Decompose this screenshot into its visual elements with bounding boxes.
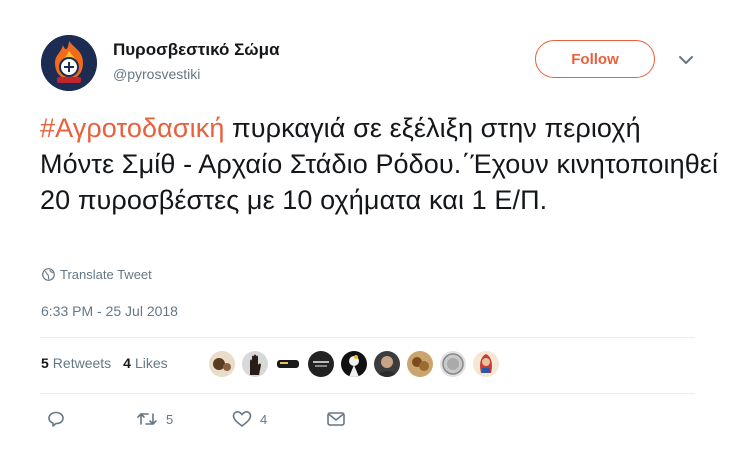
translate-label: Translate Tweet xyxy=(60,267,152,282)
tweet-actions: 5 4 xyxy=(0,410,735,434)
retweet-count: 5 xyxy=(166,411,174,427)
likes-stat[interactable]: 4 Likes xyxy=(123,355,167,371)
retweets-count: 5 xyxy=(41,355,49,371)
divider xyxy=(40,393,695,394)
fire-service-emblem-icon xyxy=(41,35,97,91)
liker-avatar[interactable] xyxy=(473,351,499,377)
liker-avatar[interactable] xyxy=(308,351,334,377)
liker-avatar[interactable] xyxy=(341,351,367,377)
retweets-label: Retweets xyxy=(52,355,112,371)
translate-tweet-link[interactable]: Translate Tweet xyxy=(42,267,152,282)
like-count: 4 xyxy=(260,411,268,427)
liker-avatar[interactable] xyxy=(407,351,433,377)
direct-message-button[interactable] xyxy=(326,410,354,428)
reply-icon xyxy=(48,411,64,427)
liker-avatar[interactable] xyxy=(242,351,268,377)
tweet-text: #Αγροτοδασική πυρκαγιά σε εξέλιξη στην π… xyxy=(40,110,720,218)
liker-avatar[interactable] xyxy=(275,351,301,377)
chevron-down-icon[interactable] xyxy=(676,53,696,67)
account-handle[interactable]: @pyrosvestiki xyxy=(113,66,200,82)
tweet-timestamp[interactable]: 6:33 PM - 25 Jul 2018 xyxy=(41,303,178,319)
liker-avatar[interactable] xyxy=(374,351,400,377)
heart-icon xyxy=(232,411,252,427)
reply-button[interactable] xyxy=(47,410,73,428)
likes-count: 4 xyxy=(123,355,131,371)
liker-avatars xyxy=(209,351,506,377)
retweet-button[interactable]: 5 xyxy=(136,410,173,428)
retweets-stat[interactable]: 5 Retweets xyxy=(41,355,111,371)
globe-icon xyxy=(42,268,55,281)
account-avatar[interactable] xyxy=(41,35,97,91)
follow-button[interactable]: Follow xyxy=(535,40,655,78)
tweet-stats: 5 Retweets 4 Likes xyxy=(41,355,168,371)
liker-avatar[interactable] xyxy=(209,351,235,377)
hashtag-link[interactable]: #Αγροτοδασική xyxy=(40,113,224,143)
retweet-icon xyxy=(137,413,157,425)
divider xyxy=(40,337,695,338)
likes-label: Likes xyxy=(134,355,168,371)
like-button[interactable]: 4 xyxy=(232,410,267,428)
liker-avatar[interactable] xyxy=(440,351,466,377)
account-name[interactable]: Πυροσβεστικό Σώμα xyxy=(113,40,280,60)
envelope-icon xyxy=(327,412,345,426)
